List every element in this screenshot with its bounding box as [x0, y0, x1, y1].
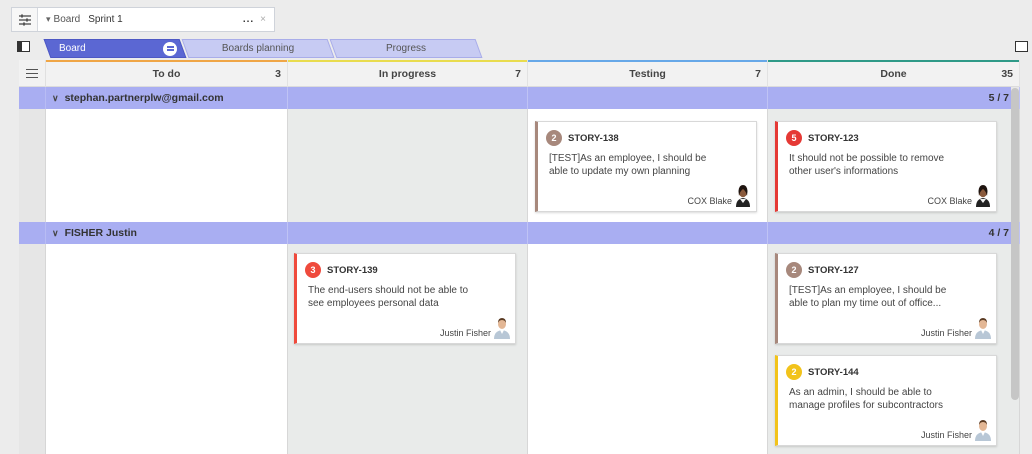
- priority-badge: 2: [546, 130, 562, 146]
- tab-boards-planning[interactable]: Boards planning: [181, 39, 335, 58]
- story-description: The end-users should not be able to see …: [308, 285, 469, 309]
- avatar[interactable]: [734, 183, 752, 207]
- dropdown-arrow-icon: ▾: [46, 14, 51, 24]
- swimlane-toggle[interactable]: ∨ FISHER Justin: [46, 222, 288, 244]
- column-color-stripe: [768, 60, 1019, 62]
- column-color-stripe: [528, 60, 767, 62]
- swimlane-count: 5 / 7: [768, 87, 1020, 109]
- avatar[interactable]: [974, 183, 992, 207]
- more-options-button[interactable]: ...: [243, 14, 254, 25]
- chevron-down-icon: ∨: [52, 92, 59, 103]
- column-header-in-progress: In progress 7: [288, 60, 528, 87]
- tab-board[interactable]: Board: [43, 39, 187, 58]
- story-card[interactable]: 2 STORY-127 [TEST]As an employee, I should…: [775, 253, 997, 344]
- chevron-down-icon: ∨: [52, 227, 59, 238]
- row-menu-icon[interactable]: [19, 60, 46, 87]
- tab-menu-icon[interactable]: [163, 41, 177, 56]
- assignee-name: COX Blake: [687, 196, 732, 206]
- avatar[interactable]: [974, 417, 992, 441]
- board-value-field[interactable]: Sprint 1: [86, 8, 243, 31]
- assignee-name: Justin Fisher: [439, 328, 491, 338]
- story-card[interactable]: 3 STORY-139 The end-users should not be ab…: [294, 253, 516, 344]
- filter-settings-icon[interactable]: [12, 8, 38, 31]
- avatar[interactable]: [974, 315, 992, 339]
- story-card[interactable]: 5 STORY-123 It should not be possible to r…: [775, 121, 997, 212]
- swimlane-header: ∨ stephan.partnerplw@gmail.com 5 / 7: [19, 87, 1020, 109]
- story-description: [TEST]As an employee, I should be able t…: [549, 153, 707, 177]
- swimlane-count: 4 / 7: [768, 222, 1020, 244]
- vertical-scrollbar-thumb[interactable]: [1011, 88, 1019, 400]
- assignee-name: Justin Fisher: [920, 430, 972, 440]
- column-header-done: Done 35: [768, 60, 1020, 87]
- story-key: STORY-123: [808, 132, 859, 144]
- story-key: STORY-144: [808, 366, 859, 378]
- collapse-right-panel-icon[interactable]: [1015, 41, 1028, 52]
- lane-gutter: [19, 87, 46, 454]
- column-header-testing: Testing 7: [528, 60, 768, 87]
- priority-badge: 3: [305, 262, 321, 278]
- assignee-name: COX Blake: [927, 196, 972, 206]
- story-card[interactable]: 2 STORY-144 As an admin, I should be able …: [775, 355, 997, 446]
- tab-progress[interactable]: Progress: [329, 39, 483, 58]
- view-tabs: Board Boards planning Progress: [43, 39, 483, 58]
- board-label: Board: [53, 14, 81, 25]
- clear-icon[interactable]: ×: [260, 14, 266, 25]
- board-dropdown[interactable]: ▾ Board: [38, 14, 86, 25]
- board-selector-toolbar: ▾ Board Sprint 1 ... ×: [11, 7, 275, 32]
- column-header-row: To do 3 In progress 7 Testing 7 Done 35: [19, 60, 1020, 87]
- story-key: STORY-127: [808, 264, 859, 276]
- story-card[interactable]: 2 STORY-138 [TEST]As an employee, I should…: [535, 121, 757, 212]
- story-key: STORY-138: [568, 132, 619, 144]
- story-description: [TEST]As an employee, I should be able t…: [789, 285, 947, 309]
- column-color-stripe: [46, 60, 287, 62]
- column-body-todo: [46, 87, 288, 454]
- column-color-stripe: [288, 60, 527, 62]
- priority-badge: 5: [786, 130, 802, 146]
- avatar[interactable]: [493, 315, 511, 339]
- story-description: As an admin, I should be able to manage …: [789, 387, 943, 411]
- swimlane-header: ∨ FISHER Justin 4 / 7: [19, 222, 1020, 244]
- kanban-board: To do 3 In progress 7 Testing 7 Done 35 ∨ st…: [19, 60, 1020, 454]
- assignee-name: Justin Fisher: [920, 328, 972, 338]
- priority-badge: 2: [786, 364, 802, 380]
- story-key: STORY-139: [327, 264, 378, 276]
- column-header-todo: To do 3: [46, 60, 288, 87]
- story-description: It should not be possible to remove othe…: [789, 153, 945, 177]
- collapse-left-panel-icon[interactable]: [17, 41, 30, 52]
- priority-badge: 2: [786, 262, 802, 278]
- swimlane-toggle[interactable]: ∨ stephan.partnerplw@gmail.com: [46, 87, 288, 109]
